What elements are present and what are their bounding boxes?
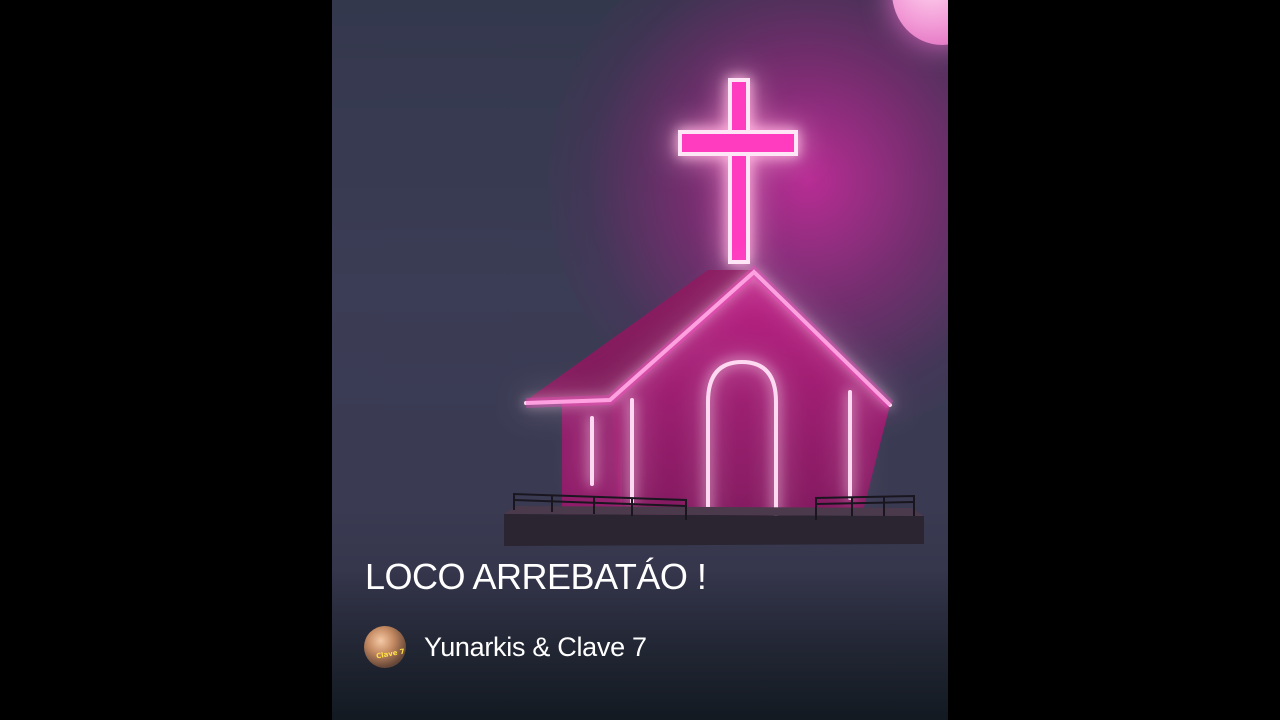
artist-row[interactable]: Clave 7 Yunarkis & Clave 7	[364, 626, 647, 668]
artist-avatar-icon[interactable]: Clave 7	[364, 626, 406, 668]
artist-name[interactable]: Yunarkis & Clave 7	[424, 632, 647, 663]
video-frame: LOCO ARREBATÁO ! Clave 7 Yunarkis & Clav…	[0, 0, 1280, 720]
avatar-label: Clave 7	[375, 647, 406, 661]
video-title[interactable]: LOCO ARREBATÁO !	[365, 556, 707, 598]
video-panel[interactable]: LOCO ARREBATÁO ! Clave 7 Yunarkis & Clav…	[332, 0, 948, 720]
cross-icon	[678, 78, 798, 264]
